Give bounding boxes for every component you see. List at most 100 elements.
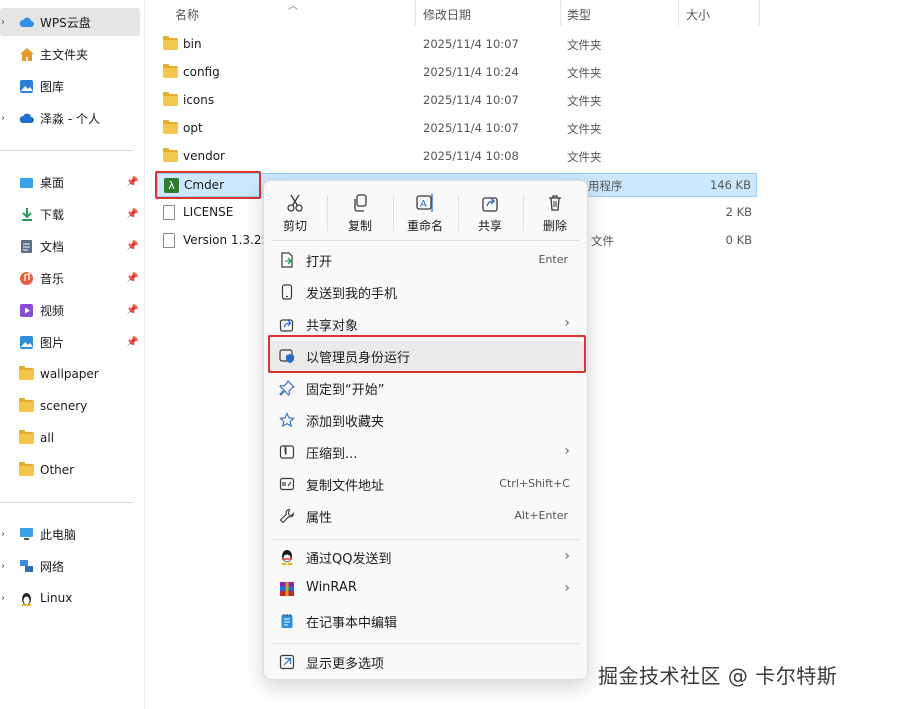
- pictures-icon: [18, 334, 35, 351]
- file-row[interactable]: config 2025/11/4 10:24 文件夹: [157, 61, 757, 85]
- chevron-right-icon[interactable]: ›: [1, 17, 9, 28]
- sidebar-item-label: scenery: [40, 399, 88, 413]
- chevron-right-icon[interactable]: ›: [1, 593, 9, 604]
- menu-item-label: 在记事本中编辑: [306, 616, 398, 631]
- menu-item-label: 共享对象: [306, 319, 359, 334]
- rename-icon: A: [396, 193, 454, 215]
- column-divider[interactable]: [759, 0, 760, 26]
- toolbar-separator: [458, 195, 459, 231]
- sidebar-item-pictures[interactable]: 图片 📌: [0, 328, 140, 356]
- chevron-right-icon[interactable]: ›: [1, 561, 9, 572]
- notepad-icon: [278, 612, 296, 630]
- sidebar-item-downloads[interactable]: 下载 📌: [0, 200, 140, 228]
- sidebar-item-wps-cloud[interactable]: › WPS云盘: [0, 8, 140, 36]
- share-icon: [461, 193, 519, 215]
- file-row[interactable]: icons 2025/11/4 10:07 文件夹: [157, 89, 757, 113]
- sidebar-item-network[interactable]: › 网络: [0, 552, 140, 580]
- file-type: 文件夹: [567, 122, 602, 136]
- zip-icon: [278, 443, 296, 461]
- chevron-right-icon: ›: [564, 548, 570, 564]
- sidebar-item-label: WPS云盘: [40, 15, 91, 30]
- chevron-right-icon: ›: [564, 315, 570, 331]
- menu-item-edit-in-notepad[interactable]: 在记事本中编辑: [268, 606, 584, 636]
- copy-button[interactable]: 复制: [331, 189, 389, 237]
- chevron-right-icon[interactable]: ›: [1, 113, 9, 124]
- sidebar-item-linux[interactable]: › Linux: [0, 584, 140, 612]
- sidebar-item-documents[interactable]: 文档 📌: [0, 232, 140, 260]
- file-name: opt: [183, 121, 203, 135]
- pin-icon[interactable]: 📌: [126, 273, 138, 284]
- sidebar-item-home[interactable]: 主文件夹: [0, 40, 140, 68]
- delete-button[interactable]: 删除: [526, 189, 584, 237]
- sidebar-item-desktop[interactable]: 桌面 📌: [0, 168, 140, 196]
- menu-item-send-to-phone[interactable]: 发送到我的手机: [268, 277, 584, 307]
- file-row[interactable]: opt 2025/11/4 10:07 文件夹: [157, 117, 757, 141]
- chevron-right-icon: ›: [564, 443, 570, 459]
- sidebar-item-videos[interactable]: 视频 📌: [0, 296, 140, 324]
- menu-item-shortcut: Enter: [538, 253, 568, 266]
- chevron-right-icon[interactable]: ›: [1, 529, 9, 540]
- cloud-icon: [18, 14, 35, 31]
- sidebar-item-gallery[interactable]: 图库: [0, 72, 140, 100]
- sidebar-item-label: 下载: [40, 207, 65, 222]
- qq-icon: [278, 548, 296, 566]
- column-header-size[interactable]: 大小: [686, 6, 710, 23]
- column-divider[interactable]: [560, 0, 561, 26]
- open-icon: [278, 251, 296, 269]
- pin-icon[interactable]: 📌: [126, 209, 138, 220]
- sidebar-item-all[interactable]: all: [0, 424, 140, 452]
- share-button-label: 共享: [477, 219, 502, 233]
- sidebar-item-music[interactable]: 音乐 📌: [0, 264, 140, 292]
- file-date: 2025/11/4 10:08: [423, 149, 519, 163]
- copy-button-label: 复制: [347, 219, 372, 233]
- pin-icon[interactable]: 📌: [126, 241, 138, 252]
- pin-icon[interactable]: 📌: [126, 177, 138, 188]
- folder-icon: [163, 120, 178, 134]
- share-icon: [278, 315, 296, 333]
- cut-button[interactable]: 剪切: [266, 189, 324, 237]
- sidebar-item-label: 桌面: [40, 175, 65, 190]
- sidebar-item-scenery[interactable]: scenery: [0, 392, 140, 420]
- column-divider[interactable]: [415, 0, 416, 26]
- file-type: 用程序: [588, 179, 623, 193]
- menu-item-add-to-favorites[interactable]: 添加到收藏夹: [268, 405, 584, 435]
- sidebar-item-wallpaper[interactable]: wallpaper: [0, 360, 140, 388]
- column-header-date[interactable]: 修改日期: [423, 6, 471, 23]
- pin-icon[interactable]: 📌: [126, 305, 138, 316]
- column-header-name[interactable]: 名称: [175, 6, 199, 23]
- menu-item-properties[interactable]: 属性 Alt+Enter: [268, 501, 584, 531]
- menu-item-pin-to-start[interactable]: 固定到“开始”: [268, 373, 584, 403]
- menu-item-compress-to[interactable]: 压缩到... ›: [268, 437, 584, 467]
- trash-icon: [526, 193, 584, 215]
- sidebar-item-onedrive-personal[interactable]: › 泽淼 - 个人: [0, 104, 140, 132]
- menu-separator: [272, 539, 580, 540]
- sidebar-item-label: 文档: [40, 239, 65, 254]
- column-divider[interactable]: [678, 0, 679, 26]
- file-name: Version 1.3.25: [183, 233, 270, 247]
- sidebar-item-label: 视频: [40, 303, 65, 318]
- menu-item-open[interactable]: 打开 Enter: [268, 245, 584, 275]
- share-button[interactable]: 共享: [461, 189, 519, 237]
- sidebar-item-other[interactable]: Other: [0, 456, 140, 484]
- folder-icon: [18, 398, 35, 415]
- file-size: 2 KB: [725, 205, 752, 219]
- download-icon: [18, 206, 35, 223]
- file-size: 146 KB: [709, 178, 751, 192]
- menu-item-shortcut: Alt+Enter: [514, 509, 568, 522]
- menu-item-send-via-qq[interactable]: 通过QQ发送到 ›: [268, 542, 584, 572]
- star-icon: [278, 411, 296, 429]
- column-header-type[interactable]: 类型: [567, 6, 591, 23]
- delete-button-label: 删除: [542, 219, 567, 233]
- menu-item-winrar[interactable]: WinRAR ›: [268, 574, 584, 604]
- file-name: bin: [183, 37, 202, 51]
- menu-item-label: 发送到我的手机: [306, 287, 398, 302]
- sidebar-item-this-pc[interactable]: › 此电脑: [0, 520, 140, 548]
- rename-button[interactable]: A 重命名: [396, 189, 454, 237]
- menu-item-show-more-options[interactable]: 显示更多选项: [268, 647, 584, 677]
- menu-item-shortcut: Ctrl+Shift+C: [499, 477, 570, 490]
- menu-item-copy-path[interactable]: 复制文件地址 Ctrl+Shift+C: [268, 469, 584, 499]
- file-row[interactable]: bin 2025/11/4 10:07 文件夹: [157, 33, 757, 57]
- file-row[interactable]: vendor 2025/11/4 10:08 文件夹: [157, 145, 757, 169]
- sidebar-item-label: 泽淼 - 个人: [40, 111, 100, 126]
- pin-icon[interactable]: 📌: [126, 337, 138, 348]
